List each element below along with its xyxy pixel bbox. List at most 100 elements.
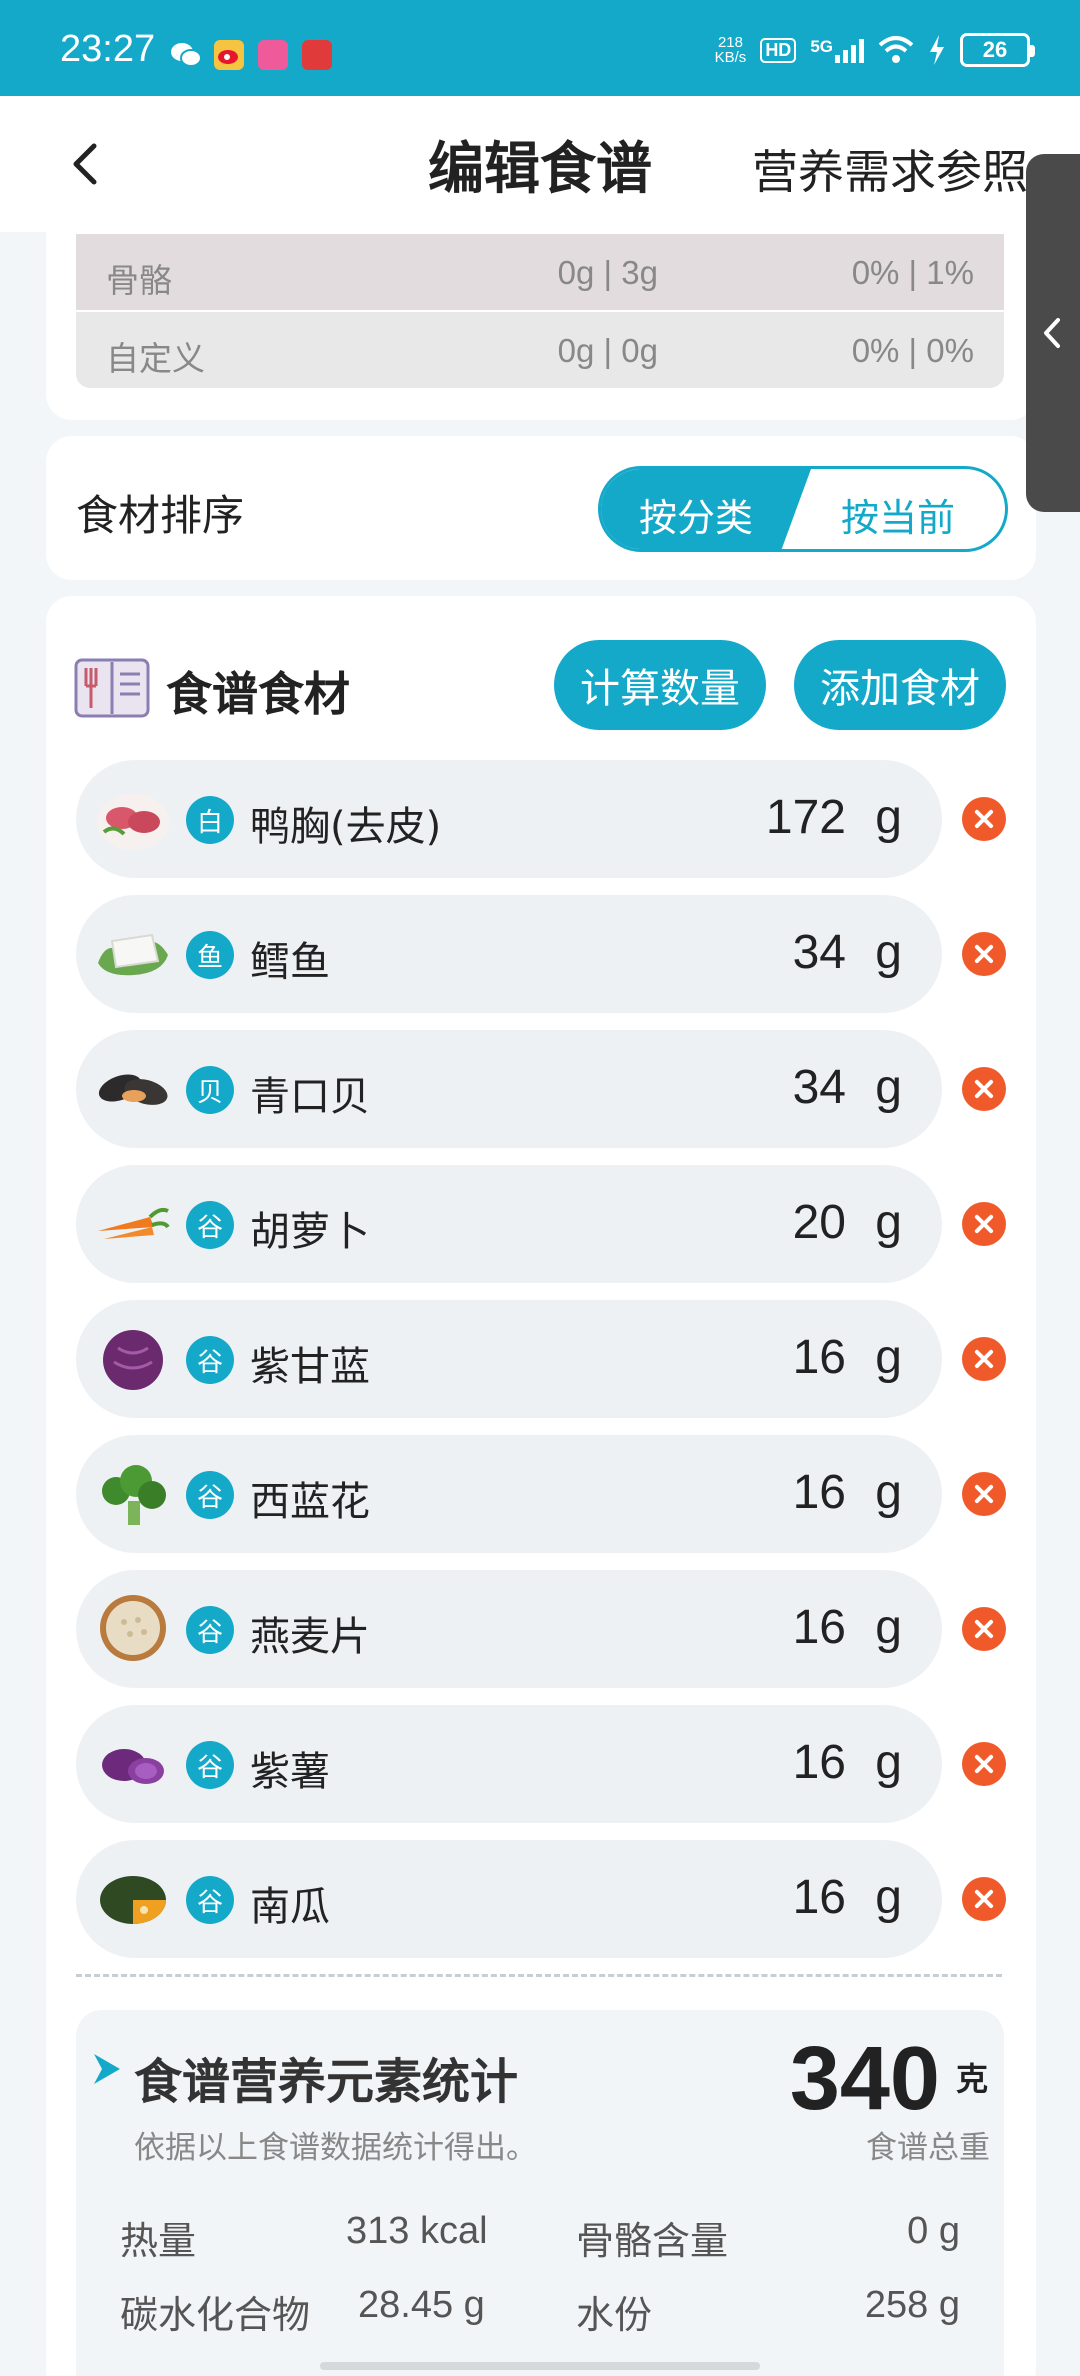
ingredient-name: 鸭胸(去皮) xyxy=(250,804,442,850)
duck-breast-image xyxy=(97,794,169,850)
broccoli-image xyxy=(102,1465,166,1525)
sort-card: 食材排序 按分类 按当前 xyxy=(46,436,1036,580)
ingredient-quantity[interactable]: 16 xyxy=(793,1735,846,1790)
ingredient-unit: g xyxy=(875,1331,902,1384)
nutrient-row: 自定义 0g | 0g 0% | 0% xyxy=(76,312,1004,388)
ingredient-row[interactable]: 谷 西蓝花 16 g xyxy=(76,1435,942,1553)
delete-ingredient-icon[interactable] xyxy=(962,1877,1006,1921)
sort-by-current-option[interactable]: 按当前 xyxy=(841,487,955,542)
stat-value-water: 258 g xyxy=(864,2284,960,2326)
ingredient-unit: g xyxy=(875,1196,902,1249)
ingredient-name: 鳕鱼 xyxy=(250,939,330,985)
stats-title: 食谱营养元素统计 xyxy=(134,2054,519,2110)
ingredient-quantity[interactable]: 16 xyxy=(793,1600,846,1655)
ingredient-row[interactable]: 谷 燕麦片 16 g xyxy=(76,1570,942,1688)
charging-icon xyxy=(930,35,944,65)
weibo-icon xyxy=(214,40,244,70)
stat-value-bone: 0 g xyxy=(907,2210,960,2252)
total-weight-label: 食谱总重 xyxy=(866,2130,990,2166)
delete-ingredient-icon[interactable] xyxy=(962,1202,1006,1246)
sort-by-category-option[interactable]: 按分类 xyxy=(639,487,753,542)
ingredient-row[interactable]: 谷 紫甘蓝 16 g xyxy=(76,1300,942,1418)
ingredient-row[interactable]: 谷 南瓜 16 g xyxy=(76,1840,942,1958)
delete-ingredient-icon[interactable] xyxy=(962,1742,1006,1786)
ingredient-unit: g xyxy=(875,1061,902,1114)
delete-ingredient-icon[interactable] xyxy=(962,1337,1006,1381)
ingredient-quantity[interactable]: 34 xyxy=(793,925,846,980)
carrot-image xyxy=(98,1207,170,1239)
red-cabbage-image xyxy=(103,1330,163,1390)
stat-value-carbs: 28.45 g xyxy=(358,2284,485,2326)
side-drawer-tab[interactable] xyxy=(1026,154,1080,512)
ingredient-name: 紫薯 xyxy=(250,1749,330,1795)
app-pink-icon xyxy=(258,40,288,70)
stat-label-calories: 热量 xyxy=(120,2219,197,2263)
ingredient-row[interactable]: 谷 胡萝卜 20 g xyxy=(76,1165,942,1283)
delete-ingredient-icon[interactable] xyxy=(962,1472,1006,1516)
delete-ingredient-icon[interactable] xyxy=(962,1067,1006,1111)
status-time: 23:27 xyxy=(60,28,156,70)
ingredient-unit: g xyxy=(875,1466,902,1519)
ingredient-quantity[interactable]: 20 xyxy=(793,1195,846,1250)
category-badge: 贝 xyxy=(186,1066,234,1114)
ingredient-quantity[interactable]: 16 xyxy=(793,1465,846,1520)
arrow-right-icon xyxy=(94,2054,120,2084)
nutrition-stats-panel: 食谱营养元素统计 依据以上食谱数据统计得出。 340 克 食谱总重 热量 313… xyxy=(76,2010,1004,2376)
stat-value-calories: 313 kcal xyxy=(346,2210,488,2252)
nutrient-row: 骨骼 0g | 3g 0% | 1% xyxy=(76,234,1004,310)
delete-ingredient-icon[interactable] xyxy=(962,932,1006,976)
ingredient-name: 青口贝 xyxy=(250,1074,370,1120)
category-badge: 鱼 xyxy=(186,931,234,979)
total-weight-unit: 克 xyxy=(955,2060,988,2098)
category-badge: 谷 xyxy=(186,1741,234,1789)
network-speed: 218 KB/s xyxy=(714,34,747,66)
ingredient-quantity[interactable]: 16 xyxy=(793,1330,846,1385)
ingredient-row[interactable]: 谷 紫薯 16 g xyxy=(76,1705,942,1823)
ingredient-quantity[interactable]: 16 xyxy=(793,1870,846,1925)
wifi-icon xyxy=(878,36,914,63)
ingredient-name: 南瓜 xyxy=(250,1884,330,1930)
nutrient-percent: 0% | 0% xyxy=(851,332,974,369)
divider xyxy=(76,1974,1002,1977)
total-weight: 340 xyxy=(789,2029,940,2129)
stat-label-water: 水份 xyxy=(576,2293,653,2337)
pumpkin-image xyxy=(100,1876,166,1924)
ingredient-unit: g xyxy=(875,1601,902,1654)
stats-subtitle: 依据以上食谱数据统计得出。 xyxy=(134,2130,537,2166)
ingredient-unit: g xyxy=(875,1736,902,1789)
category-badge: 谷 xyxy=(186,1606,234,1654)
calculate-quantity-button[interactable]: 计算数量 xyxy=(554,640,766,730)
ingredient-row[interactable]: 鱼 鳕鱼 34 g xyxy=(76,895,942,1013)
ingredient-row[interactable]: 白 鸭胸(去皮) 172 g xyxy=(76,760,942,878)
wechat-icon xyxy=(170,40,202,70)
category-badge: 谷 xyxy=(186,1471,234,1519)
ingredients-title: 食谱食材 xyxy=(166,667,350,721)
nutrient-name: 自定义 xyxy=(106,339,205,378)
ingredient-unit: g xyxy=(875,1871,902,1924)
stat-label-bone: 骨骼含量 xyxy=(576,2219,729,2263)
mussel-image xyxy=(98,1074,168,1105)
category-badge: 谷 xyxy=(186,1201,234,1249)
home-indicator[interactable] xyxy=(320,2362,760,2370)
ingredient-name: 西蓝花 xyxy=(250,1479,370,1525)
ingredient-quantity[interactable]: 172 xyxy=(766,790,846,845)
delete-ingredient-icon[interactable] xyxy=(962,1607,1006,1651)
status-right: 218 KB/s HD 5G 26 xyxy=(714,30,1035,70)
nutrition-reference-link[interactable]: 营养需求参照 xyxy=(752,136,1028,202)
nutrient-amount: 0g | 3g xyxy=(557,254,658,291)
category-badge: 谷 xyxy=(186,1876,234,1924)
ingredient-row[interactable]: 贝 青口贝 34 g xyxy=(76,1030,942,1148)
ingredient-name: 燕麦片 xyxy=(250,1614,370,1660)
add-ingredient-button[interactable]: 添加食材 xyxy=(794,640,1006,730)
ingredient-quantity[interactable]: 34 xyxy=(793,1060,846,1115)
category-badge: 谷 xyxy=(186,1336,234,1384)
battery-icon: 26 xyxy=(960,33,1035,67)
ingredient-unit: g xyxy=(875,791,902,844)
sort-label: 食材排序 xyxy=(76,491,245,540)
stat-label-carbs: 碳水化合物 xyxy=(120,2293,311,2337)
sort-segmented-control: 按分类 按当前 xyxy=(598,466,1008,552)
ingredient-name: 紫甘蓝 xyxy=(250,1344,370,1390)
delete-ingredient-icon[interactable] xyxy=(962,797,1006,841)
category-badge: 白 xyxy=(186,796,234,844)
app-red-icon xyxy=(302,40,332,70)
